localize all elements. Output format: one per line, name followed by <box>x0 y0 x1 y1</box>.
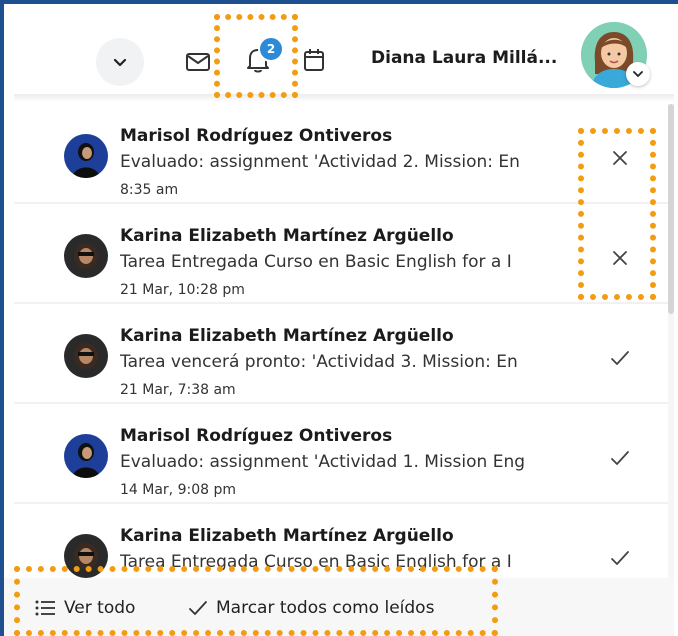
chevron-down-icon <box>633 71 643 78</box>
notification-item[interactable]: Karina Elizabeth Martínez Argüello Tarea… <box>14 204 668 304</box>
notifications-footer: Ver todo Marcar todos como leídos <box>4 578 674 636</box>
chevron-down-icon <box>113 58 127 67</box>
notification-text: Tarea Entregada Curso en Basic English f… <box>120 252 512 272</box>
notification-item[interactable]: Marisol Rodríguez Ontiveros Evaluado: as… <box>14 404 668 504</box>
sender-name: Karina Elizabeth Martínez Argüello <box>120 226 454 246</box>
mark-all-read-button[interactable]: Marcar todos como leídos <box>188 598 434 618</box>
sender-name: Karina Elizabeth Martínez Argüello <box>120 326 454 346</box>
notification-time: 8:35 am <box>120 182 179 198</box>
notification-text: Evaluado: assignment 'Actividad 2. Missi… <box>120 152 520 172</box>
mark-all-read-label: Marcar todos como leídos <box>216 598 435 618</box>
dismiss-button[interactable] <box>608 146 632 170</box>
sender-name: Marisol Rodríguez Ontiveros <box>120 426 393 446</box>
close-icon <box>613 251 627 265</box>
scrollbar-thumb[interactable] <box>668 104 674 314</box>
sender-avatar <box>64 234 108 278</box>
user-menu-toggle[interactable] <box>626 62 650 86</box>
list-icon <box>35 600 55 616</box>
mail-icon <box>186 53 210 71</box>
check-icon <box>611 351 629 365</box>
sender-avatar <box>64 334 108 378</box>
user-name[interactable]: Diana Laura Millá... <box>371 48 557 68</box>
dismiss-button[interactable] <box>608 246 632 270</box>
notification-item[interactable]: Marisol Rodríguez Ontiveros Evaluado: as… <box>14 104 668 204</box>
expand-button[interactable] <box>96 38 144 86</box>
sender-avatar <box>64 534 108 578</box>
calendar-icon <box>304 49 324 71</box>
sender-name: Marisol Rodríguez Ontiveros <box>120 126 393 146</box>
notification-time: 14 Mar, 9:08 pm <box>120 482 236 498</box>
notification-item[interactable]: Karina Elizabeth Martínez Argüello Tarea… <box>14 304 668 404</box>
sender-avatar <box>64 434 108 478</box>
close-icon <box>613 151 627 165</box>
sender-avatar <box>64 134 108 178</box>
notification-count-badge: 2 <box>258 36 284 62</box>
notification-list: Marisol Rodríguez Ontiveros Evaluado: as… <box>14 104 668 578</box>
view-all-label: Ver todo <box>64 598 136 618</box>
check-icon <box>611 451 629 465</box>
notification-text: Tarea Entregada Curso en Basic English f… <box>120 552 512 572</box>
check-icon <box>611 551 629 565</box>
messages-button[interactable] <box>184 48 212 76</box>
calendar-button[interactable] <box>300 46 328 74</box>
check-icon <box>189 601 207 615</box>
mark-read-button[interactable] <box>608 546 632 570</box>
top-bar: 2 Diana Laura Millá... <box>4 4 674 94</box>
notification-item[interactable]: Karina Elizabeth Martínez Argüello Tarea… <box>14 504 668 578</box>
notification-text: Tarea vencerá pronto: 'Actividad 3. Miss… <box>120 352 518 372</box>
notifications-window: 2 Diana Laura Millá... Marisol Rodríguez… <box>0 0 678 636</box>
notification-text: Evaluado: assignment 'Actividad 1. Missi… <box>120 452 526 472</box>
view-all-button[interactable]: Ver todo <box>34 598 135 618</box>
notification-time: 21 Mar, 10:28 pm <box>120 282 245 298</box>
panel-divider <box>14 94 674 102</box>
mark-read-button[interactable] <box>608 446 632 470</box>
sender-name: Karina Elizabeth Martínez Argüello <box>120 526 454 546</box>
mark-read-button[interactable] <box>608 346 632 370</box>
notification-time: 21 Mar, 7:38 am <box>120 382 236 398</box>
